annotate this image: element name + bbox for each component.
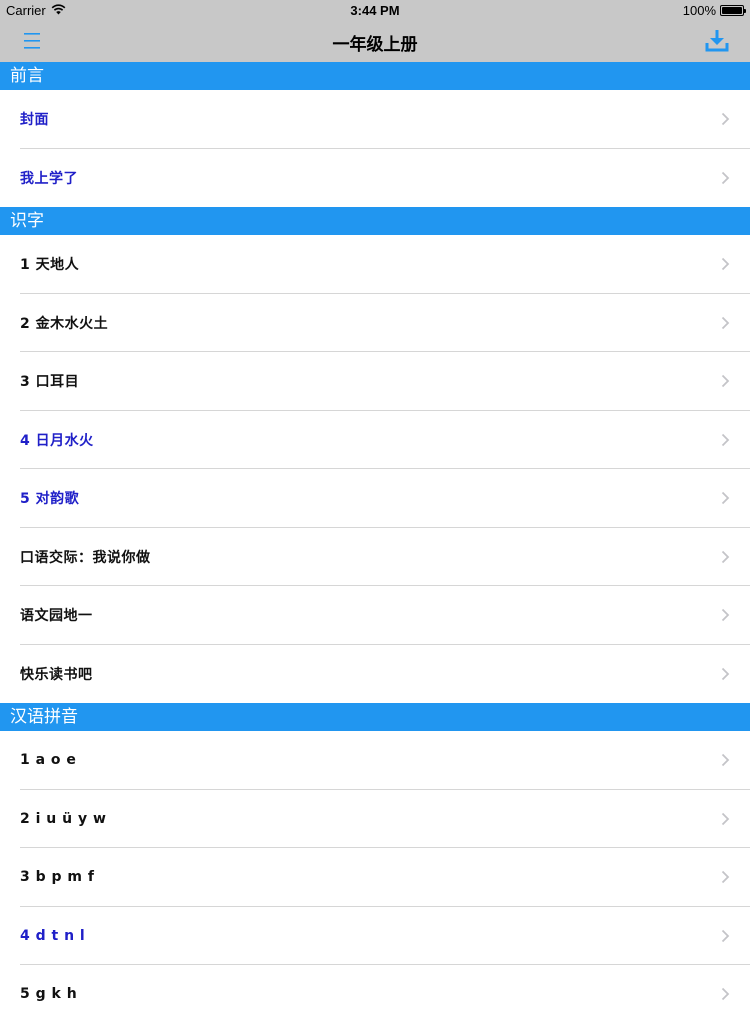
list-item[interactable]: 语文园地一 — [0, 586, 750, 645]
list-item-label: 3 口耳目 — [20, 374, 80, 391]
navigation-bar: 一年级上册 — [0, 20, 750, 62]
list-item[interactable]: 2 金木水火土 — [0, 293, 750, 352]
list-item-label: 语文园地一 — [20, 608, 93, 625]
chevron-right-icon — [721, 812, 730, 825]
page-title: 一年级上册 — [332, 35, 418, 55]
list-item[interactable]: 5 g k h — [0, 965, 750, 1024]
list-item-label: 1 a o e — [20, 752, 77, 769]
chevron-right-icon — [721, 171, 730, 184]
chevron-right-icon — [721, 754, 730, 767]
battery-percentage: 100% — [682, 3, 716, 18]
list-item[interactable]: 2 i u ü y w — [0, 789, 750, 848]
list-item[interactable]: 1 天地人 — [0, 235, 750, 294]
list-item[interactable]: 3 口耳目 — [0, 352, 750, 411]
section-header: 前言 — [0, 62, 750, 90]
list-item[interactable]: 3 b p m f — [0, 848, 750, 907]
battery-icon — [720, 5, 746, 16]
chevron-right-icon — [721, 375, 730, 388]
list-item[interactable]: 口语交际：我说你做 — [0, 527, 750, 586]
battery-fill — [722, 7, 742, 14]
download-button[interactable] — [704, 28, 730, 54]
list-item[interactable]: 封面 — [0, 90, 750, 149]
list-item[interactable]: 快乐读书吧 — [0, 644, 750, 703]
list-item-label: 1 天地人 — [20, 257, 80, 274]
list-item-label: 3 b p m f — [20, 869, 95, 886]
list-item[interactable]: 4 日月水火 — [0, 410, 750, 469]
section-header: 汉语拼音 — [0, 703, 750, 731]
list-item-label: 口语交际：我说你做 — [20, 549, 151, 566]
list-item[interactable]: 5 对韵歌 — [0, 469, 750, 528]
list-item[interactable]: 4 d t n l — [0, 906, 750, 965]
list-item-label: 快乐读书吧 — [20, 666, 93, 683]
list-item-label: 2 金木水火土 — [20, 315, 109, 332]
chevron-right-icon — [721, 871, 730, 884]
list-item-label: 我上学了 — [20, 170, 78, 187]
list-item-label: 4 d t n l — [20, 927, 86, 944]
list-item-label: 封面 — [20, 112, 49, 129]
section-header: 识字 — [0, 207, 750, 235]
chevron-right-icon — [721, 929, 730, 942]
chevron-right-icon — [721, 113, 730, 126]
chevron-right-icon — [721, 988, 730, 1001]
list-item-label: 5 对韵歌 — [20, 491, 80, 508]
list-item[interactable]: 1 a o e — [0, 731, 750, 790]
status-time: 3:44 PM — [350, 3, 400, 18]
battery-indicator: 100% — [682, 3, 746, 18]
list-item-label: 2 i u ü y w — [20, 810, 107, 827]
list-item-label: 4 日月水火 — [20, 432, 94, 449]
chevron-right-icon — [721, 667, 730, 680]
lesson-list: 前言封面我上学了识字 1 天地人 2 金木水火土 3 口耳目 4 日月水火 5 对韵歌口语… — [0, 62, 750, 1024]
chevron-right-icon — [721, 609, 730, 622]
chevron-right-icon — [721, 433, 730, 446]
download-icon — [705, 30, 729, 52]
chevron-right-icon — [721, 258, 730, 271]
chevron-right-icon — [721, 492, 730, 505]
status-bar: Carrier 3:44 PM 100% — [0, 0, 750, 20]
chevron-right-icon — [721, 550, 730, 563]
chevron-right-icon — [721, 316, 730, 329]
list-item[interactable]: 我上学了 — [0, 148, 750, 207]
